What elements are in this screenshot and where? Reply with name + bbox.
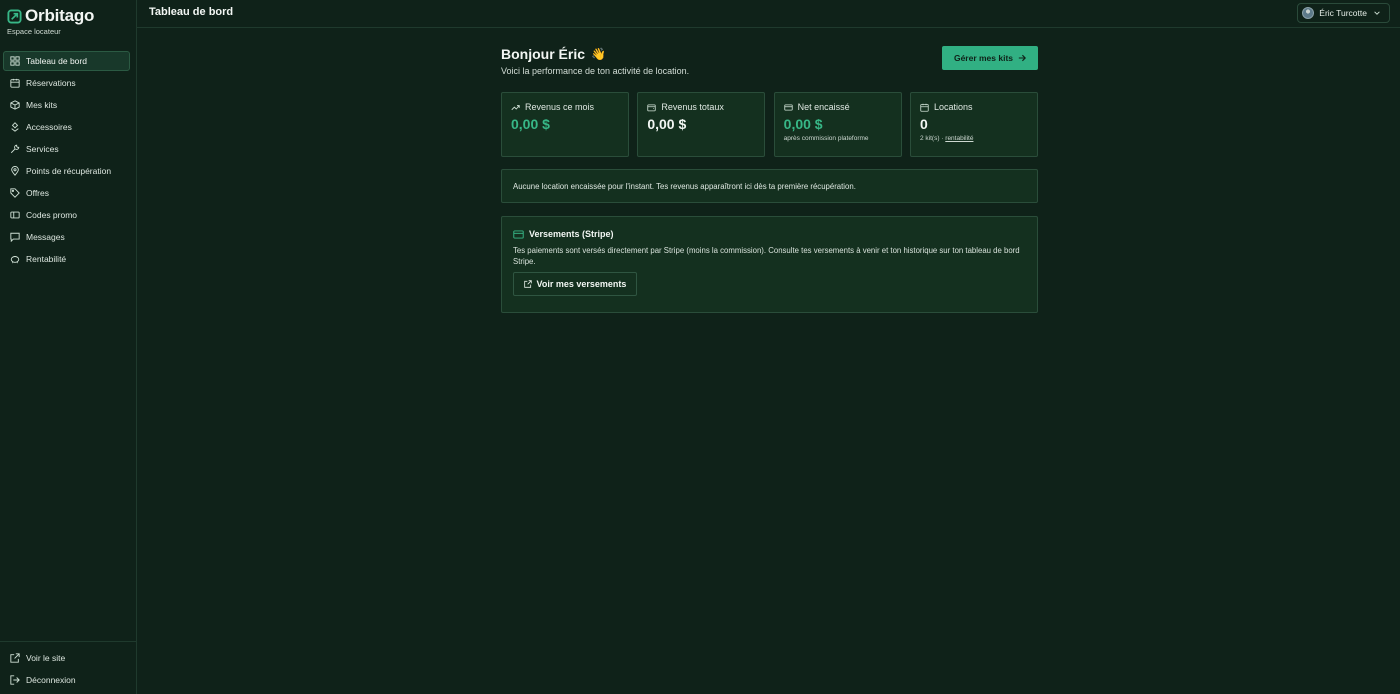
dashboard-icon xyxy=(10,56,20,66)
waving-hand-emoji: 👋 xyxy=(591,47,606,61)
stat-value: 0,00 $ xyxy=(511,116,550,132)
sidebar-item-services[interactable]: Services xyxy=(3,139,130,159)
package-icon xyxy=(10,100,20,110)
stat-value: 0,00 $ xyxy=(783,116,823,132)
map-pin-icon xyxy=(10,166,20,176)
stat-label: Revenus ce mois xyxy=(525,102,595,112)
profitability-link[interactable]: rentabilité xyxy=(945,135,973,142)
stat-card-rentals: Locations 0 2 kit(s) · rentabilité xyxy=(909,92,1038,157)
topbar: Tableau de bord Éric Turcotte xyxy=(137,0,1400,28)
stat-card-net-collected: Net encaissé 0,00 $ après commission pla… xyxy=(773,92,902,157)
external-link-icon xyxy=(10,653,20,663)
stat-note: 2 kit(s) · rentabilité xyxy=(920,135,1028,142)
chevron-down-icon xyxy=(1373,9,1381,17)
sidebar: Orbitago Espace locateur Tableau de bord… xyxy=(0,0,137,694)
tag-icon xyxy=(10,188,20,198)
sidebar-item-label: Codes promo xyxy=(26,210,78,220)
stat-label: Revenus totaux xyxy=(661,102,724,112)
sidebar-item-label: Rentabilité xyxy=(26,254,67,264)
page-title: Tableau de bord xyxy=(149,6,234,18)
sidebar-item-reservations[interactable]: Réservations xyxy=(3,73,130,93)
stat-label: Locations xyxy=(933,102,973,112)
stat-card-total-revenue: Revenus totaux 0,00 $ xyxy=(637,92,766,157)
sidebar-item-kits[interactable]: Mes kits xyxy=(3,95,130,115)
credit-card-icon xyxy=(783,103,793,112)
payouts-card: Versements (Stripe) Tes paiements sont v… xyxy=(501,216,1038,313)
trending-up-icon xyxy=(511,103,520,112)
sidebar-nav: Tableau de bord Réservations Mes kits Ac… xyxy=(3,51,130,271)
greeting-text: Bonjour Éric xyxy=(501,46,586,62)
calendar-icon xyxy=(920,103,929,112)
manage-kits-label: Gérer mes kits xyxy=(953,53,1014,63)
sidebar-footer: Voir le site Déconnexion xyxy=(0,641,136,692)
stat-card-month-revenue: Revenus ce mois 0,00 $ xyxy=(501,92,629,157)
accessories-icon xyxy=(10,122,20,132)
sidebar-item-label: Déconnexion xyxy=(26,675,76,685)
logout-icon xyxy=(10,675,20,685)
user-name: Éric Turcotte xyxy=(1319,8,1367,18)
payouts-description: Tes paiements sont versés directement pa… xyxy=(513,246,1020,266)
brand-logo[interactable]: Orbitago xyxy=(7,6,94,26)
sidebar-item-label: Points de récupération xyxy=(26,166,112,176)
sidebar-item-promo-codes[interactable]: Codes promo xyxy=(3,205,130,225)
brand-subtitle: Espace locateur xyxy=(7,27,61,36)
sidebar-item-label: Tableau de bord xyxy=(26,56,87,66)
stat-value: 0 xyxy=(919,116,928,132)
calendar-icon xyxy=(10,78,20,88)
empty-revenue-notice: Aucune location encaissée pour l'instant… xyxy=(501,169,1038,203)
external-link-icon xyxy=(523,280,532,288)
kit-count-text: 2 kit(s) · xyxy=(919,135,944,142)
stat-note: après commission plateforme xyxy=(783,135,869,142)
sidebar-item-label: Accessoires xyxy=(26,122,72,132)
sidebar-item-dashboard[interactable]: Tableau de bord xyxy=(3,51,130,71)
user-menu-button[interactable]: Éric Turcotte xyxy=(1297,3,1390,23)
wallet-icon xyxy=(647,103,656,112)
stats-row: Revenus ce mois 0,00 $ Revenus totaux 0,… xyxy=(501,92,1038,157)
credit-card-icon xyxy=(513,229,524,239)
sidebar-item-label: Mes kits xyxy=(26,100,58,110)
sidebar-item-accessories[interactable]: Accessoires xyxy=(3,117,130,137)
sidebar-item-label: Offres xyxy=(26,188,49,198)
sidebar-item-label: Messages xyxy=(26,232,65,242)
arrow-right-icon xyxy=(1018,54,1027,62)
stat-value: 0,00 $ xyxy=(647,116,687,132)
sidebar-item-offers[interactable]: Offres xyxy=(3,183,130,203)
brand-name: Orbitago xyxy=(25,6,95,25)
sidebar-item-view-site[interactable]: Voir le site xyxy=(3,648,130,668)
ticket-icon xyxy=(10,210,20,220)
wrench-icon xyxy=(10,144,20,154)
piggy-bank-icon xyxy=(10,254,20,264)
orbitago-logo-icon xyxy=(7,8,22,24)
sidebar-item-label: Services xyxy=(26,144,59,154)
view-payouts-label: Voir mes versements xyxy=(536,279,627,289)
manage-kits-button[interactable]: Gérer mes kits xyxy=(942,46,1038,70)
sidebar-item-messages[interactable]: Messages xyxy=(3,227,130,247)
sidebar-item-logout[interactable]: Déconnexion xyxy=(3,670,130,690)
view-payouts-button[interactable]: Voir mes versements xyxy=(513,272,637,296)
sidebar-item-pickup-points[interactable]: Points de récupération xyxy=(3,161,130,181)
sidebar-item-label: Réservations xyxy=(26,78,76,88)
message-icon xyxy=(10,232,20,242)
dashboard-main: Bonjour Éric 👋 Voici la performance de t… xyxy=(501,46,1038,313)
stat-label: Net encaissé xyxy=(797,102,850,112)
avatar xyxy=(1302,7,1315,19)
sidebar-item-profitability[interactable]: Rentabilité xyxy=(3,249,130,269)
sidebar-item-label: Voir le site xyxy=(26,653,66,663)
payouts-title: Versements (Stripe) xyxy=(529,229,614,239)
